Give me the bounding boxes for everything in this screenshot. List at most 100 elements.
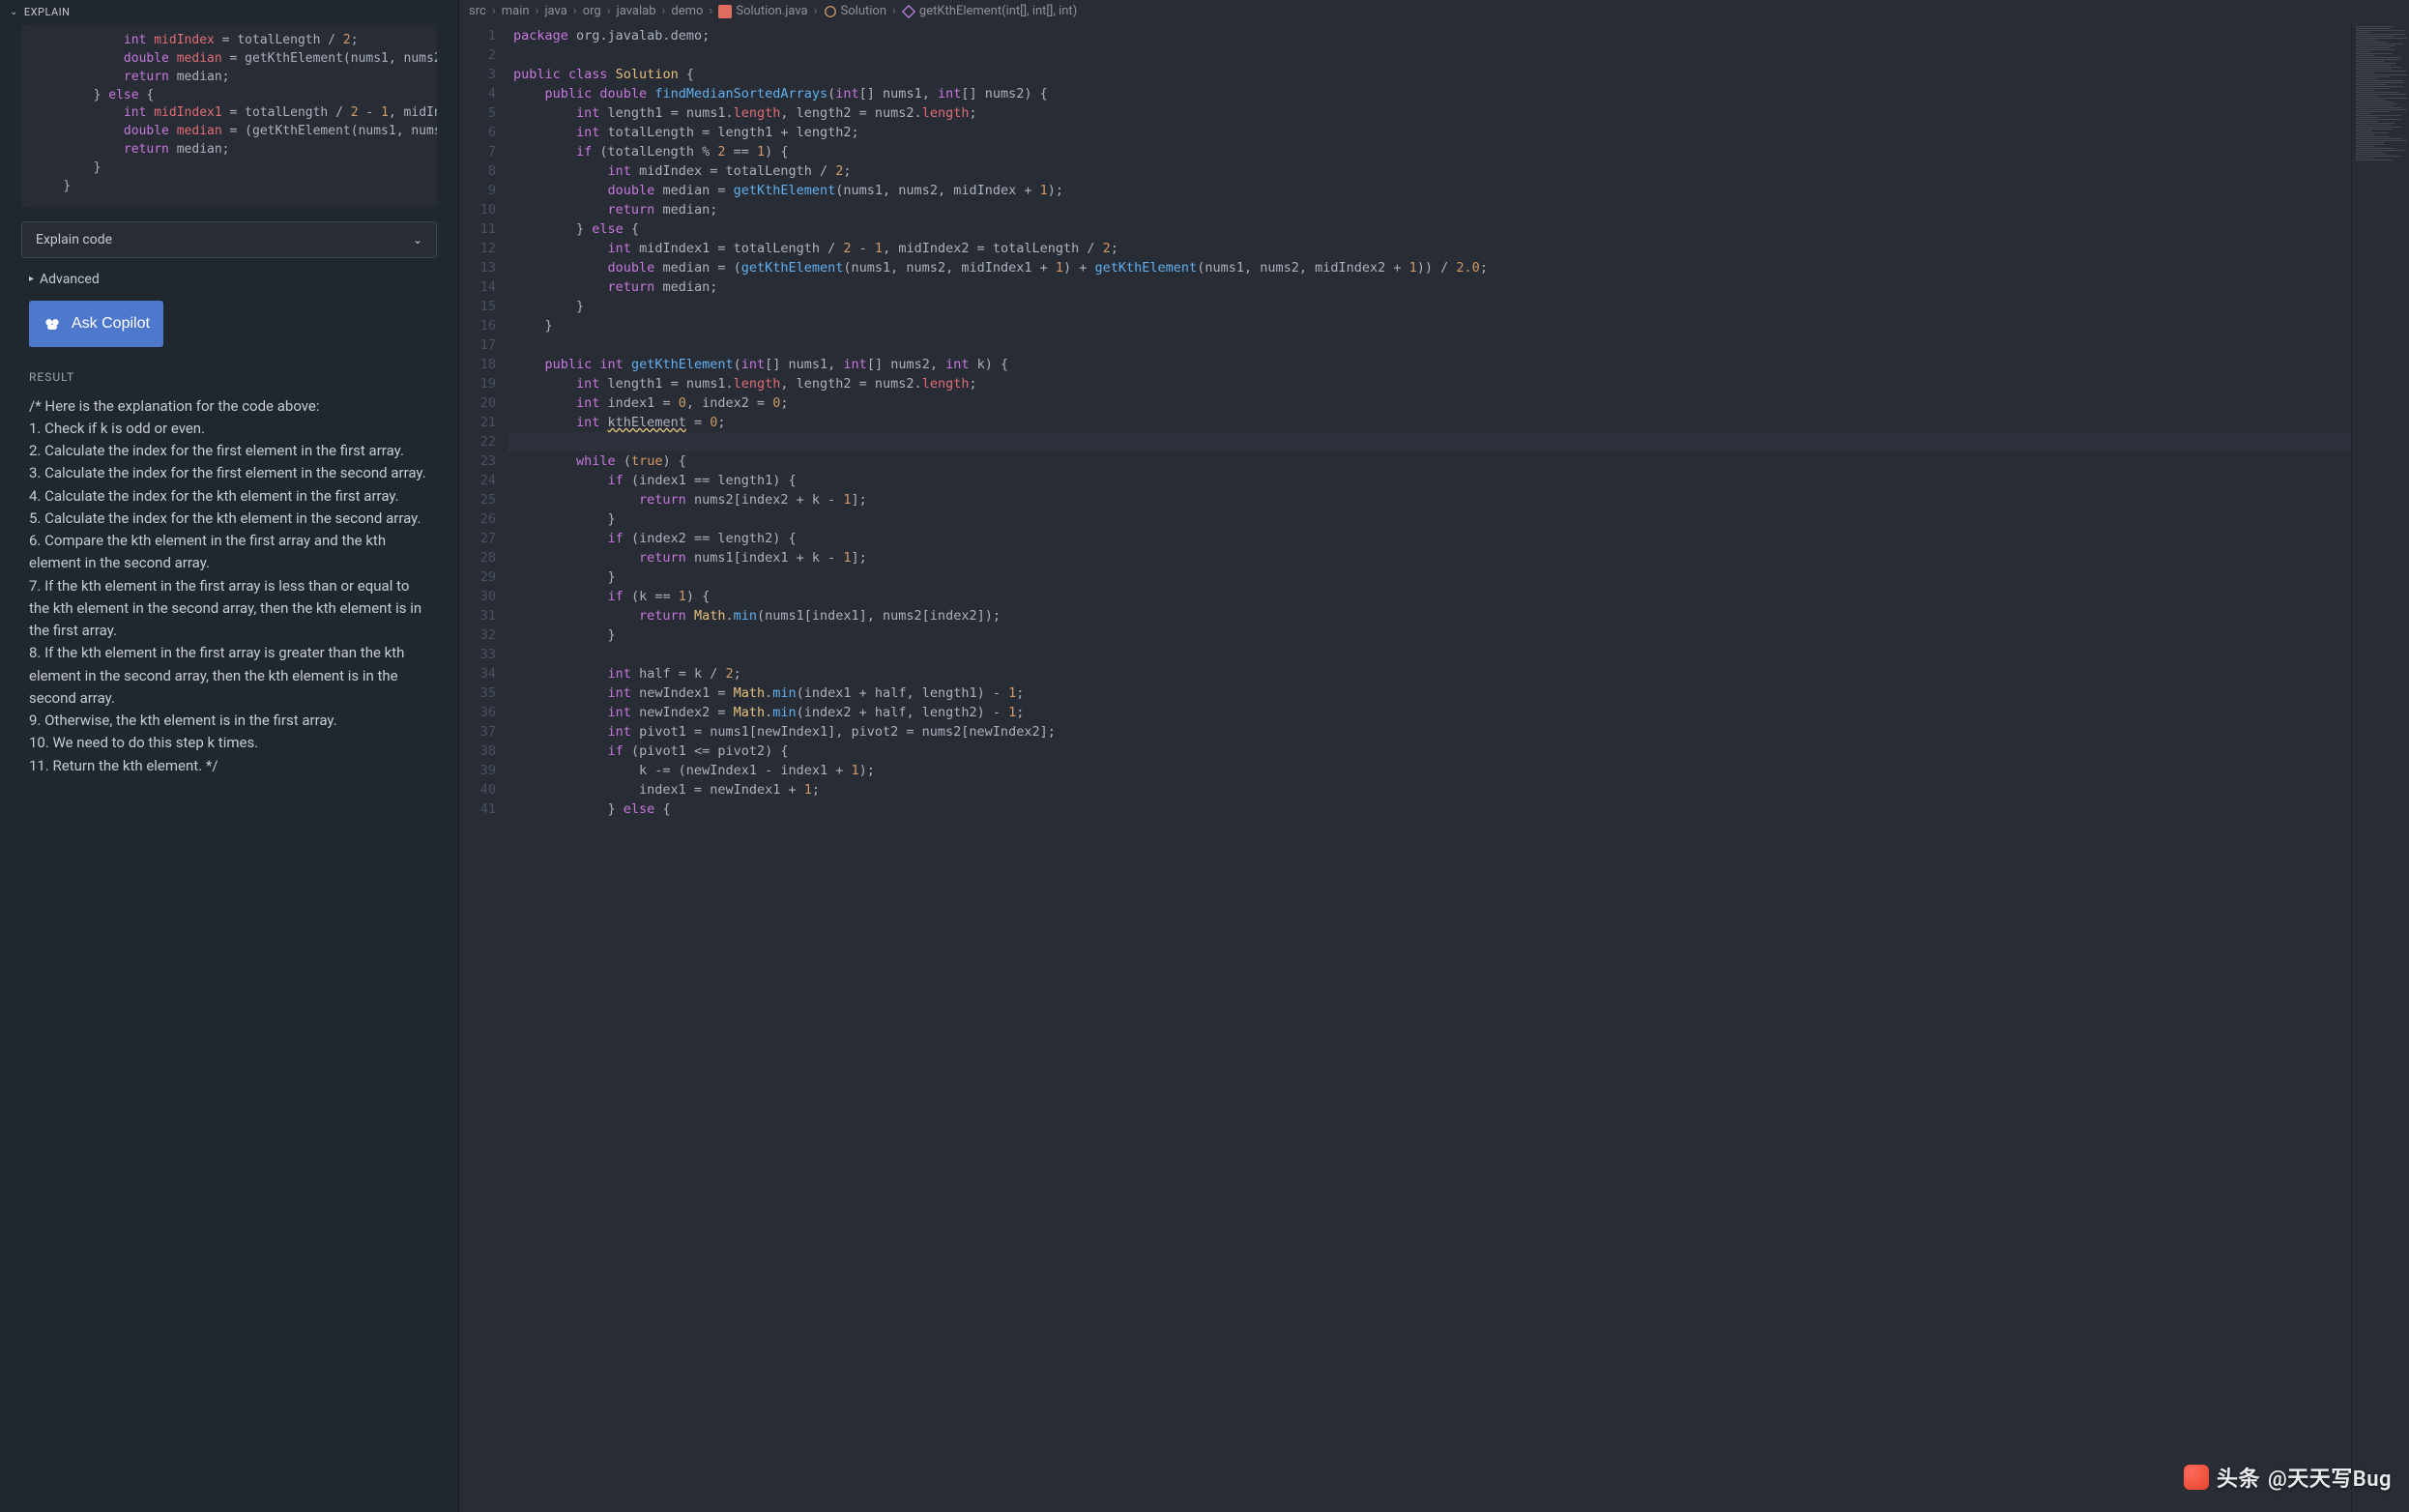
line-number: 23 — [463, 451, 496, 471]
code-line[interactable] — [508, 432, 2351, 451]
breadcrumb-segment[interactable]: javalab — [617, 4, 656, 18]
code-line[interactable]: int index1 = 0, index2 = 0; — [508, 393, 2351, 413]
code-line[interactable]: int newIndex2 = Math.min(index2 + half, … — [508, 703, 2351, 722]
code-line[interactable]: } — [508, 509, 2351, 529]
panel-header[interactable]: ⌄ EXPLAIN — [0, 0, 458, 24]
breadcrumb-segment[interactable]: main — [502, 4, 530, 18]
code-line[interactable]: public int getKthElement(int[] nums1, in… — [508, 355, 2351, 374]
code-line[interactable]: while (true) { — [508, 451, 2351, 471]
breadcrumb-separator-icon: › — [709, 4, 712, 18]
breadcrumb-segment[interactable]: demo — [671, 4, 703, 18]
code-line[interactable]: } else { — [508, 800, 2351, 819]
code-line[interactable]: } — [508, 297, 2351, 316]
line-number: 35 — [463, 683, 496, 703]
line-number: 8 — [463, 161, 496, 181]
breadcrumb-segment[interactable]: getKthElement(int[], int[], int) — [902, 4, 1077, 18]
class-icon — [824, 5, 837, 18]
code-line[interactable]: if (k == 1) { — [508, 587, 2351, 606]
line-number: 30 — [463, 587, 496, 606]
code-line[interactable]: } — [508, 625, 2351, 645]
code-line[interactable]: int newIndex1 = Math.min(index1 + half, … — [508, 683, 2351, 703]
code-line[interactable]: return median; — [508, 200, 2351, 219]
result-text: /* Here is the explanation for the code … — [29, 395, 429, 777]
line-number: 38 — [463, 741, 496, 761]
line-number: 37 — [463, 722, 496, 741]
code-line[interactable]: double median = (getKthElement(nums1, nu… — [508, 258, 2351, 277]
code-line[interactable]: int totalLength = length1 + length2; — [508, 123, 2351, 142]
breadcrumb[interactable]: src›main›java›org›javalab›demo›Solution.… — [459, 0, 2409, 22]
code-line[interactable] — [508, 335, 2351, 355]
code-line[interactable]: if (index1 == length1) { — [508, 471, 2351, 490]
breadcrumb-separator-icon: › — [607, 4, 611, 18]
breadcrumb-segment[interactable]: Solution.java — [718, 4, 807, 18]
line-number: 5 — [463, 103, 496, 123]
breadcrumb-label: src — [469, 4, 486, 18]
code-line[interactable] — [508, 645, 2351, 664]
line-gutter: 1234567891011121314151617181920212223242… — [459, 22, 508, 1512]
line-number: 17 — [463, 335, 496, 355]
code-line[interactable]: } — [508, 567, 2351, 587]
explain-panel: ⌄ EXPLAIN int midIndex = totalLength / 2… — [0, 0, 459, 1512]
breadcrumb-separator-icon: › — [662, 4, 666, 18]
toutiao-logo-icon — [2184, 1465, 2209, 1490]
code-area[interactable]: package org.javalab.demo; public class S… — [508, 22, 2351, 1512]
line-number: 39 — [463, 761, 496, 780]
panel-title: EXPLAIN — [24, 6, 71, 18]
ask-copilot-button[interactable]: Ask Copilot — [29, 301, 163, 347]
dropdown-label: Explain code — [36, 232, 112, 247]
code-line[interactable]: if (totalLength % 2 == 1) { — [508, 142, 2351, 161]
breadcrumb-segment[interactable]: org — [583, 4, 601, 18]
breadcrumb-segment[interactable]: Solution — [824, 4, 886, 18]
code-line[interactable]: } else { — [508, 219, 2351, 239]
advanced-toggle[interactable]: ▸ Advanced — [29, 272, 437, 287]
line-number: 13 — [463, 258, 496, 277]
code-line[interactable]: int kthElement = 0; — [508, 413, 2351, 432]
watermark-prefix: 头条 — [2217, 1462, 2260, 1493]
line-number: 34 — [463, 664, 496, 683]
line-number: 24 — [463, 471, 496, 490]
code-line[interactable] — [508, 45, 2351, 65]
breadcrumb-label: javalab — [617, 4, 656, 18]
line-number: 26 — [463, 509, 496, 529]
code-line[interactable]: int midIndex = totalLength / 2; — [508, 161, 2351, 181]
line-number: 9 — [463, 181, 496, 200]
breadcrumb-separator-icon: › — [892, 4, 896, 18]
breadcrumb-segment[interactable]: src — [469, 4, 486, 18]
line-number: 4 — [463, 84, 496, 103]
watermark: 头条 @天天写Bug — [2184, 1462, 2392, 1493]
line-number: 21 — [463, 413, 496, 432]
line-number: 40 — [463, 780, 496, 800]
code-line[interactable]: int pivot1 = nums1[newIndex1], pivot2 = … — [508, 722, 2351, 741]
code-line[interactable]: int midIndex1 = totalLength / 2 - 1, mid… — [508, 239, 2351, 258]
code-line[interactable]: public double findMedianSortedArrays(int… — [508, 84, 2351, 103]
breadcrumb-label: org — [583, 4, 601, 18]
copilot-icon — [43, 314, 62, 334]
code-line[interactable]: return nums2[index2 + k - 1]; — [508, 490, 2351, 509]
result-heading: RESULT — [29, 370, 429, 384]
code-line[interactable]: return median; — [508, 277, 2351, 297]
code-line[interactable]: if (index2 == length2) { — [508, 529, 2351, 548]
collapse-chevron-icon[interactable]: ⌄ — [10, 7, 18, 17]
editor[interactable]: 1234567891011121314151617181920212223242… — [459, 22, 2409, 1512]
breadcrumb-label: demo — [671, 4, 703, 18]
line-number: 15 — [463, 297, 496, 316]
minimap[interactable] — [2351, 22, 2409, 1512]
mode-dropdown[interactable]: Explain code ⌄ — [21, 221, 437, 258]
code-line[interactable]: int half = k / 2; — [508, 664, 2351, 683]
code-line[interactable]: double median = getKthElement(nums1, num… — [508, 181, 2351, 200]
breadcrumb-segment[interactable]: java — [544, 4, 566, 18]
code-line[interactable]: k -= (newIndex1 - index1 + 1); — [508, 761, 2351, 780]
line-number: 3 — [463, 65, 496, 84]
code-line[interactable]: int length1 = nums1.length, length2 = nu… — [508, 103, 2351, 123]
code-line[interactable]: index1 = newIndex1 + 1; — [508, 780, 2351, 800]
code-line[interactable]: return Math.min(nums1[index1], nums2[ind… — [508, 606, 2351, 625]
line-number: 25 — [463, 490, 496, 509]
code-line[interactable]: package org.javalab.demo; — [508, 26, 2351, 45]
code-line[interactable]: if (pivot1 <= pivot2) { — [508, 741, 2351, 761]
code-line[interactable]: int length1 = nums1.length, length2 = nu… — [508, 374, 2351, 393]
line-number: 12 — [463, 239, 496, 258]
code-line[interactable]: } — [508, 316, 2351, 335]
code-line[interactable]: return nums1[index1 + k - 1]; — [508, 548, 2351, 567]
code-line[interactable]: public class Solution { — [508, 65, 2351, 84]
line-number: 27 — [463, 529, 496, 548]
